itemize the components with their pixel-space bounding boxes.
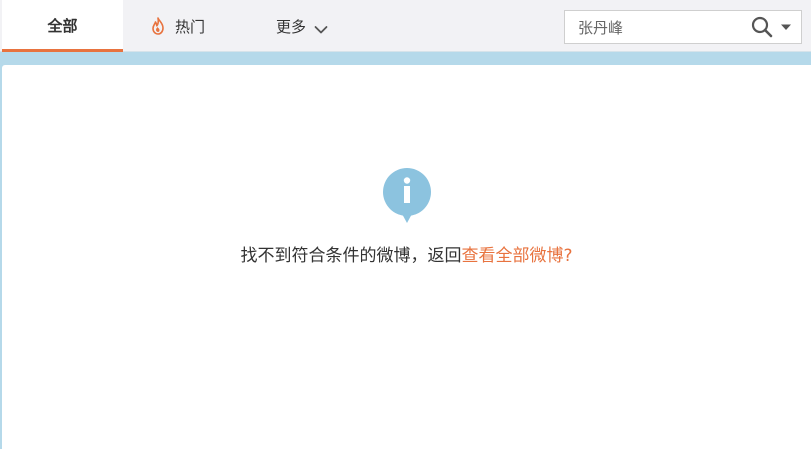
info-icon <box>382 167 432 227</box>
empty-state-message: 找不到符合条件的微博，返回查看全部微博? <box>2 241 811 266</box>
tab-all-label: 全部 <box>47 17 78 35</box>
search-input[interactable] <box>565 11 745 43</box>
tab-more-label: 更多 <box>276 17 307 36</box>
tab-hot-label: 热门 <box>175 17 206 36</box>
tab-more-dropdown[interactable]: 更多 <box>276 0 346 52</box>
results-panel: 找不到符合条件的微博，返回查看全部微博? <box>2 65 811 449</box>
chevron-down-icon <box>314 21 328 34</box>
caret-down-icon[interactable] <box>779 19 793 35</box>
tab-all[interactable]: 全部 <box>2 0 123 52</box>
empty-state-text: 找不到符合条件的微博，返回 <box>240 246 462 266</box>
view-all-weibo-link[interactable]: 查看全部微博? <box>461 246 572 266</box>
search-icon[interactable] <box>751 16 773 38</box>
search-box <box>564 10 802 44</box>
flame-icon <box>150 17 166 35</box>
filter-tab-bar: 全部 热门 更多 <box>0 0 811 52</box>
tab-hot[interactable]: 热门 <box>150 0 220 52</box>
